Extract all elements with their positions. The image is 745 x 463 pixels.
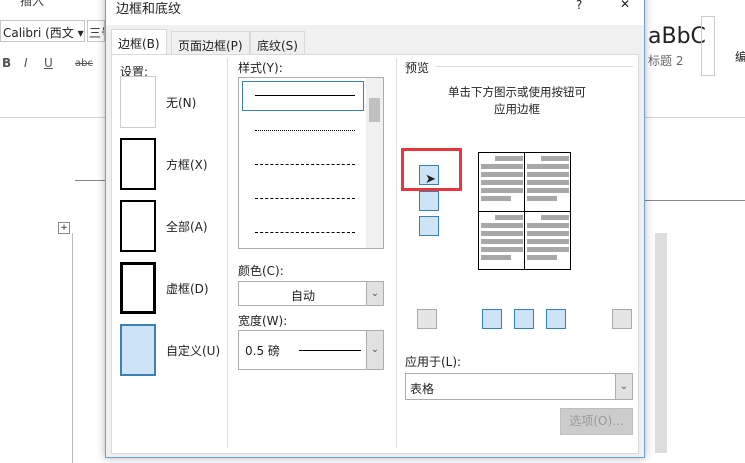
setting-none[interactable]: 无(N) (166, 94, 196, 111)
color-dropdown[interactable]: 自动 ⌄ (238, 281, 384, 306)
margin-line (645, 200, 745, 201)
hint-line-2: 应用边框 (494, 102, 540, 116)
width-dropdown[interactable]: 0.5 磅 ⌄ (238, 330, 384, 370)
setting-box[interactable]: 方框(X) (166, 156, 208, 173)
style-dash-dot[interactable] (255, 232, 355, 233)
cursor-icon: ➤ (425, 172, 436, 187)
tab-shading[interactable]: 底纹(S) (250, 31, 305, 55)
apply-to-dropdown[interactable]: 表格 ⌄ (405, 373, 633, 400)
preview-label: 预览 (405, 61, 430, 75)
chevron-down-icon[interactable]: ⌄ (366, 331, 383, 369)
style-dotted[interactable] (255, 130, 355, 131)
hint-line-1: 单击下方图示或使用按钮可 (448, 85, 586, 99)
divider (435, 66, 633, 67)
setting-all[interactable]: 全部(A) (166, 218, 208, 235)
divider (227, 58, 228, 448)
setting-none-icon[interactable] (120, 76, 156, 128)
right-border-button[interactable] (546, 309, 566, 329)
borders-shading-dialog: 边框和底纹 ? ✕ 边框(B) 页面边框(P) 底纹(S) 设置: 无(N) 方… (105, 0, 645, 458)
dialog-titlebar: 边框和底纹 ? ✕ (106, 0, 644, 25)
style-name: 标题 2 (648, 54, 684, 68)
table-move-handle[interactable]: + (58, 222, 70, 234)
inside-vertical-border-button[interactable] (514, 309, 534, 329)
close-button[interactable]: ✕ (620, 0, 630, 11)
options-button[interactable]: 选项(O)... (560, 408, 633, 435)
bold-button[interactable]: B (2, 56, 11, 70)
diagonal-up-button[interactable] (417, 309, 437, 329)
diagonal-down-button[interactable] (612, 309, 632, 329)
color-label: 颜色(C): (238, 264, 284, 278)
color-value: 自动 (291, 289, 316, 303)
bottom-border-button[interactable] (419, 216, 439, 236)
style-scrollbar[interactable] (366, 78, 383, 248)
apply-to-label: 应用于(L): (405, 355, 462, 369)
underline-button[interactable]: U (44, 56, 53, 70)
style-dash[interactable] (255, 198, 355, 199)
margin-line (75, 180, 105, 181)
edit-label: 编 (735, 50, 745, 64)
help-button[interactable]: ? (576, 0, 582, 12)
styles-scroll[interactable] (701, 16, 715, 76)
style-selected[interactable] (242, 81, 364, 111)
width-value: 0.5 磅 (245, 344, 280, 358)
tab-page-borders[interactable]: 页面边框(P) (171, 31, 250, 55)
inside-horizontal-border-button[interactable] (419, 191, 439, 211)
line-style-list[interactable] (238, 77, 384, 249)
preview-hint: 单击下方图示或使用按钮可 应用边框 (397, 84, 637, 118)
left-border-button[interactable] (482, 309, 502, 329)
style-label: 样式(Y): (238, 61, 283, 75)
dialog-title: 边框和底纹 (116, 2, 182, 17)
scrollbar[interactable] (655, 233, 667, 453)
style-solid[interactable] (255, 95, 355, 96)
apply-to-value: 表格 (410, 382, 435, 396)
setting-all-icon[interactable] (120, 200, 156, 252)
font-size-box[interactable]: 三号 (87, 20, 105, 42)
setting-grid-icon[interactable] (120, 262, 156, 314)
style-dash-small[interactable] (255, 164, 355, 165)
setting-custom-icon[interactable] (120, 324, 156, 376)
style-preview[interactable]: aBbC (648, 24, 706, 49)
tab-insert[interactable]: 插入 (20, 0, 44, 9)
setting-box-icon[interactable] (120, 138, 156, 190)
chevron-down-icon[interactable]: ⌄ (366, 282, 383, 305)
preview-table[interactable] (478, 152, 571, 270)
width-label: 宽度(W): (238, 314, 288, 328)
borders-panel: 设置: 无(N) 方框(X) 全部(A) 虚框(D) 自定义(U) 样式(Y): (111, 54, 639, 454)
italic-button[interactable]: I (24, 56, 28, 70)
setting-grid[interactable]: 虚框(D) (166, 280, 209, 297)
tab-borders[interactable]: 边框(B) (111, 29, 167, 55)
strike-button[interactable]: abc (75, 58, 93, 69)
chevron-down-icon[interactable]: ⌄ (615, 374, 632, 399)
font-name-box[interactable]: Calibri (西文 ▾ (0, 20, 85, 42)
setting-custom[interactable]: 自定义(U) (166, 342, 220, 359)
